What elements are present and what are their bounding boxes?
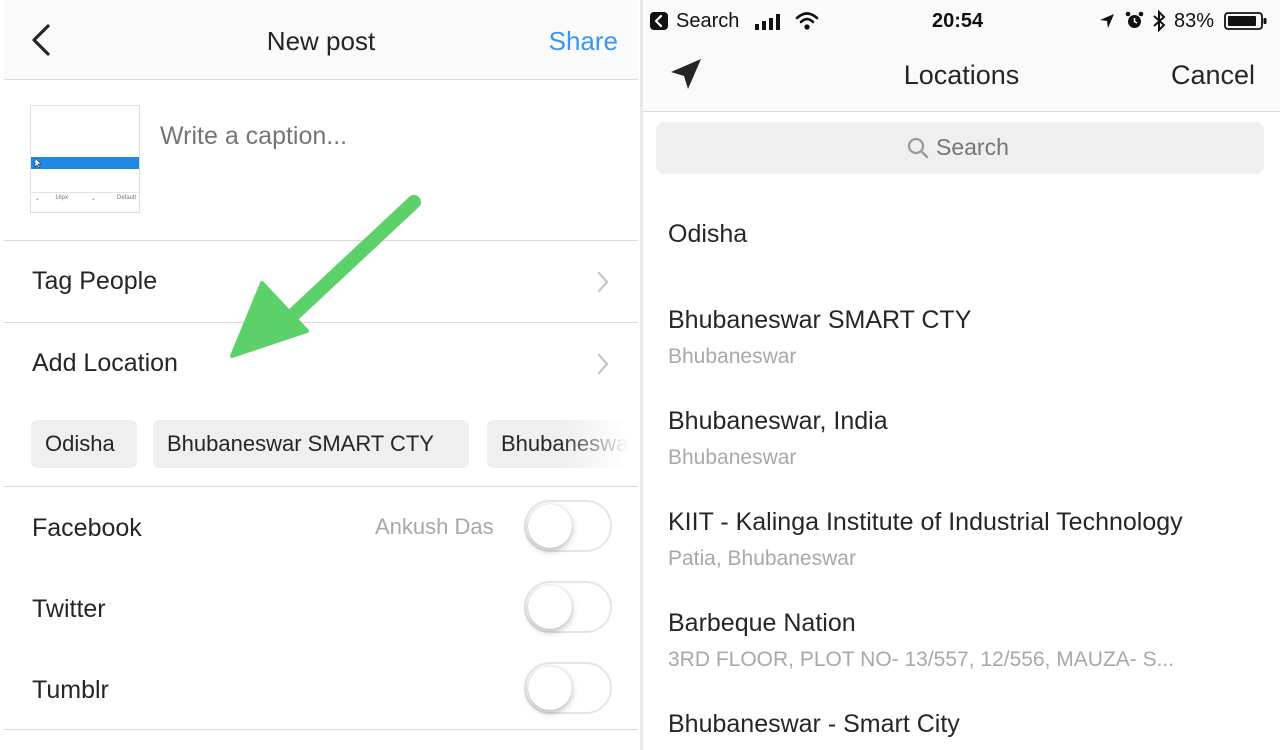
location-list-item[interactable]: Odisha — [668, 220, 1268, 249]
location-name: Bhubaneswar SMART CTY — [668, 306, 972, 334]
new-post-header: New post Share — [4, 0, 638, 80]
location-chip-odisha[interactable]: Odisha — [31, 420, 137, 468]
location-services-icon — [1100, 14, 1114, 28]
search-icon — [907, 137, 929, 159]
back-to-app-icon[interactable] — [650, 12, 668, 30]
chip-scroll-fade — [560, 415, 640, 475]
thumbnail-dropdown-icon: ⌄ — [91, 196, 97, 202]
location-name: Bhubaneswar - Smart City — [668, 710, 960, 738]
divider — [4, 729, 638, 730]
location-name: Barbeque Nation — [668, 609, 856, 637]
location-subtitle: Bhubaneswar — [668, 446, 797, 469]
toggle-knob — [528, 666, 572, 710]
location-subtitle: Bhubaneswar — [668, 345, 797, 368]
add-location-label: Add Location — [32, 349, 178, 377]
tumblr-toggle[interactable] — [524, 662, 612, 714]
locations-header: Search 20:54 83% Locations Cancel — [643, 0, 1280, 112]
tumblr-label: Tumblr — [32, 676, 109, 704]
tag-people-label: Tag People — [32, 267, 158, 295]
location-subtitle: 3RD FLOOR, PLOT NO- 13/557, 12/556, MAUZ… — [668, 648, 1175, 671]
page-title: New post — [266, 26, 376, 56]
facebook-label: Facebook — [32, 514, 142, 542]
wifi-icon — [795, 12, 819, 30]
thumbnail-dropdown-icon: ⌄ — [35, 196, 41, 202]
facebook-account-name: Ankush Das — [375, 514, 494, 539]
chevron-right-icon — [597, 353, 609, 375]
cancel-button[interactable]: Cancel — [1171, 60, 1255, 91]
toggle-knob — [528, 504, 572, 548]
thumbnail-highlight-bar — [31, 157, 139, 169]
location-list-item[interactable]: Barbeque Nation 3RD FLOOR, PLOT NO- 13/5… — [668, 609, 1268, 672]
toggle-knob — [528, 585, 572, 629]
post-thumbnail[interactable]: ⌄ 16px ⌄ Default — [30, 105, 140, 213]
signal-icon — [755, 14, 780, 30]
search-input[interactable] — [936, 134, 1136, 161]
location-list-item[interactable]: Bhubaneswar - Smart City — [668, 710, 1268, 739]
cursor-icon — [34, 158, 42, 169]
location-name: Bhubaneswar, India — [668, 407, 888, 435]
new-post-screen: New post Share ⌄ 16px ⌄ Default Tag Peop… — [0, 0, 640, 750]
location-subtitle: Patia, Bhubaneswar — [668, 547, 856, 570]
chevron-right-icon — [597, 271, 609, 293]
alarm-icon — [1125, 11, 1144, 28]
thumbnail-size-text: 16px — [55, 195, 69, 201]
tag-people-row[interactable]: Tag People — [4, 241, 638, 322]
divider — [4, 486, 638, 487]
location-chip-bhubaneswar-smart-cty[interactable]: Bhubaneswar SMART CTY — [153, 420, 469, 468]
location-search-bar[interactable] — [656, 122, 1264, 174]
twitter-label: Twitter — [32, 595, 106, 623]
battery-icon — [1224, 12, 1267, 30]
location-list-item[interactable]: KIIT - Kalinga Institute of Industrial T… — [668, 508, 1268, 571]
add-location-row[interactable]: Add Location — [4, 323, 638, 403]
locations-screen: Search 20:54 83% Locations Cancel Search… — [643, 0, 1280, 750]
caption-input[interactable] — [160, 122, 600, 151]
location-list-item[interactable]: Bhubaneswar SMART CTY Bhubaneswar — [668, 306, 1268, 369]
twitter-toggle[interactable] — [524, 581, 612, 633]
location-name: Odisha — [668, 220, 748, 248]
bluetooth-icon — [1153, 10, 1166, 32]
battery-percent: 83% — [1174, 10, 1215, 32]
status-time: 20:54 — [932, 10, 984, 32]
thumbnail-font-text: Default — [117, 195, 137, 201]
share-button[interactable]: Share — [549, 26, 618, 57]
location-name: KIIT - Kalinga Institute of Industrial T… — [668, 508, 1183, 536]
location-list-item[interactable]: Bhubaneswar, India Bhubaneswar — [668, 407, 1268, 470]
facebook-toggle[interactable] — [524, 500, 612, 552]
status-back-app-label[interactable]: Search — [676, 10, 739, 33]
